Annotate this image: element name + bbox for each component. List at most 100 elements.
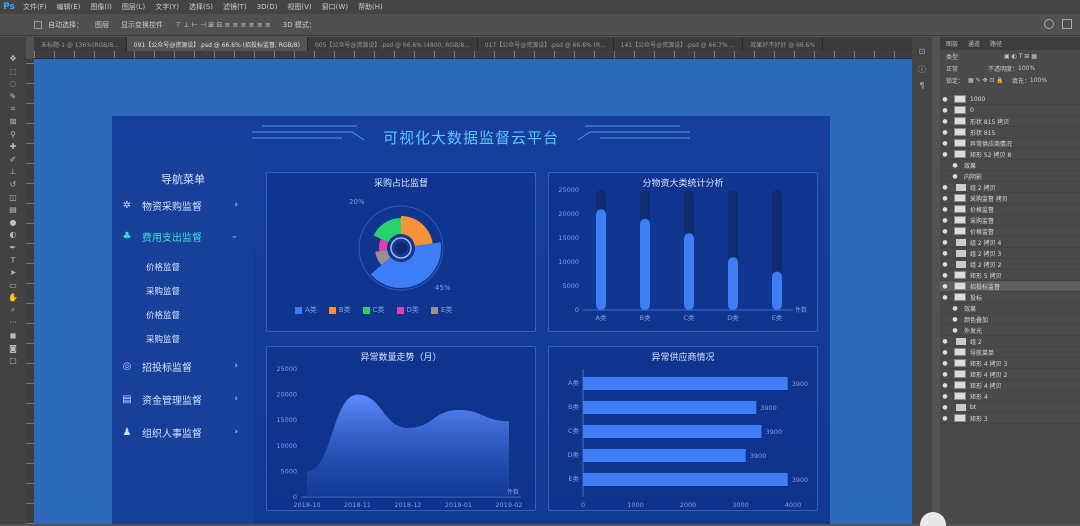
gradient-tool-icon[interactable]: ▤ <box>6 204 20 215</box>
frame-tool-icon[interactable]: ⊠ <box>6 116 20 127</box>
properties-panel-icon[interactable]: ⓘ <box>917 64 928 75</box>
path-select-icon[interactable]: ➤ <box>6 267 20 278</box>
type-tool-icon[interactable]: T <box>6 255 20 266</box>
subnav-item[interactable]: 采购监督 <box>146 285 180 297</box>
blend-mode-dropdown[interactable]: 正常 <box>946 64 958 73</box>
lasso-tool-icon[interactable]: ◌ <box>6 78 20 89</box>
visibility-eye-icon[interactable]: ● <box>940 294 950 301</box>
tab-paths[interactable]: 路径 <box>990 39 1002 48</box>
visibility-eye-icon[interactable]: ● <box>940 393 950 400</box>
visibility-eye-icon[interactable]: ● <box>940 129 950 136</box>
stamp-tool-icon[interactable]: ⊥ <box>6 166 20 177</box>
pen-tool-icon[interactable]: ✒ <box>6 242 20 253</box>
layer-row[interactable]: ● 矩形 3 <box>940 413 1080 424</box>
brush-panel-icon[interactable]: ¶ <box>917 81 928 92</box>
layer-row[interactable]: ● 价格监督 <box>940 226 1080 237</box>
visibility-eye-icon[interactable]: ● <box>940 184 950 191</box>
layer-row[interactable]: ● 形状 815 拷贝 <box>940 116 1080 127</box>
dodge-tool-icon[interactable]: ◐ <box>6 229 20 240</box>
screen-mode-icon[interactable]: ▢ <box>6 355 20 366</box>
visibility-eye-icon[interactable]: ● <box>950 173 960 180</box>
layer-row[interactable]: ● 矩形 52 拷贝 8 <box>940 149 1080 160</box>
visibility-eye-icon[interactable]: ● <box>940 283 950 290</box>
layer-row[interactable]: ● 组 2 拷贝 4 <box>940 237 1080 248</box>
visibility-eye-icon[interactable]: ● <box>940 349 950 356</box>
doc-tab-active[interactable]: 091【公众号@资源设】.psd @ 66.6% (招投标监督, RGB/8) <box>126 37 308 51</box>
layer-row[interactable]: ● 矩形 5 拷贝 <box>940 270 1080 281</box>
auto-select-checkbox[interactable]: 自动选择： <box>48 20 83 30</box>
auto-select-dropdown[interactable]: 图层 <box>95 20 109 30</box>
nav-item-bidding[interactable]: ◎ 招投标监督 › <box>120 355 248 377</box>
layer-row[interactable]: ● 内阴影 <box>940 171 1080 182</box>
visibility-eye-icon[interactable]: ● <box>940 404 950 411</box>
visibility-eye-icon[interactable]: ● <box>940 151 950 158</box>
layer-row[interactable]: ● 采购监督 拷贝 <box>940 193 1080 204</box>
doc-tab[interactable]: 未标题-1 @ 136%(RGB/8... <box>34 37 127 51</box>
menu-edit[interactable]: 编辑(E) <box>52 2 86 12</box>
visibility-eye-icon[interactable]: ● <box>950 327 960 334</box>
doc-tab[interactable]: 141【公众号@资源设】.psd @ 66.7% ... <box>614 37 744 51</box>
nav-item-fund[interactable]: ▤ 资金管理监督 › <box>120 388 248 410</box>
nav-item-personnel[interactable]: ♟ 组织人事监督 › <box>120 421 248 443</box>
visibility-eye-icon[interactable]: ● <box>940 217 950 224</box>
move-tool-icon[interactable]: ✥ <box>6 53 20 64</box>
layer-row[interactable]: ● 矩形 4 拷贝 3 <box>940 358 1080 369</box>
doc-tab[interactable]: 005【公众号@资源设】.psd @ 66.6% (4800, RGB/8... <box>308 37 478 51</box>
visibility-eye-icon[interactable]: ● <box>940 118 950 125</box>
hand-tool-icon[interactable]: ✋ <box>6 292 20 303</box>
menu-select[interactable]: 选择(S) <box>184 2 218 12</box>
doc-tab[interactable]: 017【公众号@资源设】.psd @ 66.6% (R... <box>478 37 614 51</box>
visibility-eye-icon[interactable]: ● <box>940 107 950 114</box>
layer-row[interactable]: ● 外发光 <box>940 325 1080 336</box>
menu-layer[interactable]: 图层(L) <box>117 2 150 12</box>
visibility-eye-icon[interactable]: ● <box>940 250 950 257</box>
history-panel-icon[interactable]: ⊡ <box>917 47 928 58</box>
visibility-eye-icon[interactable]: ● <box>940 228 950 235</box>
layer-row[interactable]: ● 0 <box>940 105 1080 116</box>
eyedropper-tool-icon[interactable]: ⚲ <box>6 129 20 140</box>
layer-row[interactable]: ● 效果 <box>940 160 1080 171</box>
menu-image[interactable]: 图像(I) <box>85 2 117 12</box>
visibility-eye-icon[interactable]: ● <box>940 96 950 103</box>
show-transform-checkbox[interactable]: 显示变换控件 <box>121 20 163 30</box>
layer-row[interactable]: ● 矩形 4 拷贝 2 <box>940 369 1080 380</box>
fill-value[interactable]: 100% <box>1030 77 1047 84</box>
align-icons[interactable]: ⊤ ⊥ ⊢ ⊣ ⊞ ⊟ ≡ ≡ ≡ ≡ ≡ ≡ <box>175 21 271 29</box>
eraser-tool-icon[interactable]: ◫ <box>6 192 20 203</box>
visibility-eye-icon[interactable]: ● <box>940 415 950 422</box>
menu-3d[interactable]: 3D(D) <box>252 3 283 11</box>
visibility-eye-icon[interactable]: ● <box>940 360 950 367</box>
layer-row[interactable]: ● 矩形 4 <box>940 391 1080 402</box>
quick-mask-icon[interactable]: ◙ <box>6 343 20 354</box>
layer-row[interactable]: ● 组 2 拷贝 <box>940 182 1080 193</box>
canvas-area[interactable]: 可视化大数据监督云平台 导航菜单 ✲ 物资采购监督 › ♣ 费用支出监督 ⌄ 价… <box>34 59 912 524</box>
visibility-eye-icon[interactable]: ● <box>940 382 950 389</box>
visibility-eye-icon[interactable]: ● <box>940 239 950 246</box>
color-swatches-icon[interactable]: ◼ <box>6 330 20 341</box>
opacity-value[interactable]: 100% <box>1018 65 1035 72</box>
menu-filter[interactable]: 滤镜(T) <box>218 2 252 12</box>
menu-view[interactable]: 视图(V) <box>282 2 316 12</box>
search-icon[interactable] <box>1044 19 1054 29</box>
layer-row[interactable]: ● 颜色叠加 <box>940 314 1080 325</box>
healing-tool-icon[interactable]: ✚ <box>6 141 20 152</box>
visibility-eye-icon[interactable]: ● <box>940 338 950 345</box>
layer-row[interactable]: ● 组 2 <box>940 336 1080 347</box>
menu-type[interactable]: 文字(Y) <box>150 2 184 12</box>
tab-layers[interactable]: 图层 <box>946 39 958 48</box>
layer-row[interactable]: ● 矩形 4 拷贝 <box>940 380 1080 391</box>
layer-row[interactable]: ● 价格监督 <box>940 204 1080 215</box>
menu-window[interactable]: 窗口(W) <box>317 2 353 12</box>
doc-tab[interactable]: 效果好不好好 @ 66.6% <box>743 37 824 51</box>
history-brush-icon[interactable]: ↺ <box>6 179 20 190</box>
zoom-tool-icon[interactable]: ⌕ <box>6 305 20 316</box>
crop-tool-icon[interactable]: ⌗ <box>6 103 20 114</box>
layer-row[interactable]: ● 组 2 拷贝 3 <box>940 248 1080 259</box>
visibility-eye-icon[interactable]: ● <box>950 305 960 312</box>
visibility-eye-icon[interactable]: ● <box>940 206 950 213</box>
nav-item-procurement[interactable]: ✲ 物资采购监督 › <box>120 194 248 216</box>
brush-tool-icon[interactable]: ✐ <box>6 154 20 165</box>
visibility-eye-icon[interactable]: ● <box>940 195 950 202</box>
visibility-eye-icon[interactable]: ● <box>940 140 950 147</box>
subnav-item[interactable]: 采购监督 <box>146 333 180 345</box>
